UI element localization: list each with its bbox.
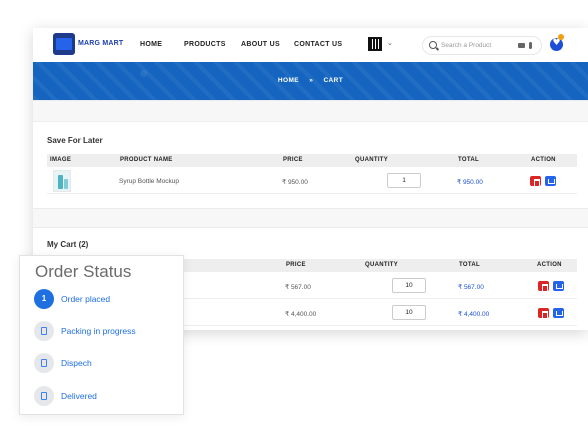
step-circle (34, 386, 54, 406)
save-for-later-table-header: IMAGE PRODUCT NAME PRICE QUANTITY TOTAL … (47, 154, 577, 167)
product-price: ₹ 567.00 (285, 284, 311, 291)
my-cart-title: My Cart (2) (47, 240, 89, 249)
section-divider (33, 100, 588, 122)
step-number-badge: 1 (34, 289, 54, 309)
brand-name: MARG MART (78, 40, 124, 47)
status-step-dispatch: Dispech (34, 353, 184, 373)
check-icon (41, 392, 47, 400)
camera-icon[interactable] (518, 43, 525, 48)
order-status-card: Order Status 1 Order placed Packing in p… (19, 255, 184, 415)
product-total: ₹ 950.00 (457, 179, 483, 186)
truck-icon (41, 359, 47, 367)
header-image: IMAGE (50, 157, 72, 163)
product-price: ₹ 4,400.00 (285, 311, 317, 318)
product-total: ₹ 567.00 (458, 284, 484, 291)
section-divider (33, 208, 588, 228)
breadcrumb-current: CART (323, 77, 344, 84)
quantity-input[interactable]: 1 (387, 173, 421, 188)
header-price: PRICE (286, 262, 306, 268)
breadcrumb-separator: » (309, 77, 314, 84)
breadcrumb-home[interactable]: HOME (278, 77, 299, 84)
nav-about-us[interactable]: ABOUT US (241, 41, 280, 48)
product-thumbnail[interactable] (53, 170, 71, 192)
header-product-name: PRODUCT NAME (120, 157, 173, 163)
step-label: Packing in progress (61, 326, 136, 336)
save-for-later-title: Save For Later (47, 136, 103, 145)
page-banner: HOME » CART (33, 62, 588, 100)
order-status-title: Order Status (35, 262, 132, 281)
nav-products[interactable]: PRODUCTS (184, 41, 226, 48)
save-for-later-icon[interactable] (553, 281, 564, 291)
move-to-cart-icon[interactable] (545, 176, 556, 186)
status-step-delivered: Delivered (34, 386, 184, 406)
step-number: 1 (41, 294, 47, 303)
microphone-icon[interactable] (529, 42, 532, 49)
chevron-down-icon[interactable]: ⌄ (387, 39, 393, 47)
search-icon (429, 41, 437, 49)
step-label: Delivered (61, 391, 97, 401)
product-total: ₹ 4,400.00 (458, 311, 490, 318)
delete-icon[interactable] (538, 308, 549, 319)
store-icon (53, 33, 75, 55)
top-navbar: MARG MART HOME PRODUCTS ABOUT US CONTACT… (33, 28, 588, 62)
qr-code-icon[interactable] (368, 37, 382, 51)
status-step-order-placed: 1 Order placed (34, 289, 184, 309)
delete-icon[interactable] (538, 281, 549, 292)
header-action: ACTION (537, 262, 562, 268)
header-action: ACTION (531, 157, 556, 163)
delete-icon[interactable] (530, 176, 541, 187)
quantity-input[interactable]: 10 (392, 278, 426, 293)
brand-logo[interactable]: MARG MART (53, 33, 125, 57)
header-price: PRICE (283, 157, 303, 163)
step-circle (34, 321, 54, 341)
step-label: Dispech (61, 358, 92, 368)
product-price: ₹ 950.00 (282, 179, 308, 186)
table-row: Syrup Bottle Mockup ₹ 950.00 1 ₹ 950.00 (47, 168, 577, 194)
package-icon (41, 327, 47, 335)
search-box[interactable]: Search a Product (422, 36, 542, 55)
quantity-input[interactable]: 10 (392, 305, 426, 320)
search-input[interactable]: Search a Product (441, 42, 491, 49)
header-quantity: QUANTITY (355, 157, 389, 163)
product-name[interactable]: Syrup Bottle Mockup (119, 178, 179, 185)
step-circle (34, 353, 54, 373)
status-step-packing: Packing in progress (34, 321, 184, 341)
header-quantity: QUANTITY (365, 262, 399, 268)
nav-home[interactable]: HOME (140, 41, 162, 48)
step-label: Order placed (61, 294, 111, 304)
header-total: TOTAL (458, 157, 479, 163)
wishlist-badge (558, 34, 564, 40)
nav-contact-us[interactable]: CONTACT US (294, 41, 342, 48)
header-total: TOTAL (459, 262, 480, 268)
save-for-later-icon[interactable] (553, 308, 564, 318)
breadcrumb: HOME » CART (33, 77, 588, 84)
